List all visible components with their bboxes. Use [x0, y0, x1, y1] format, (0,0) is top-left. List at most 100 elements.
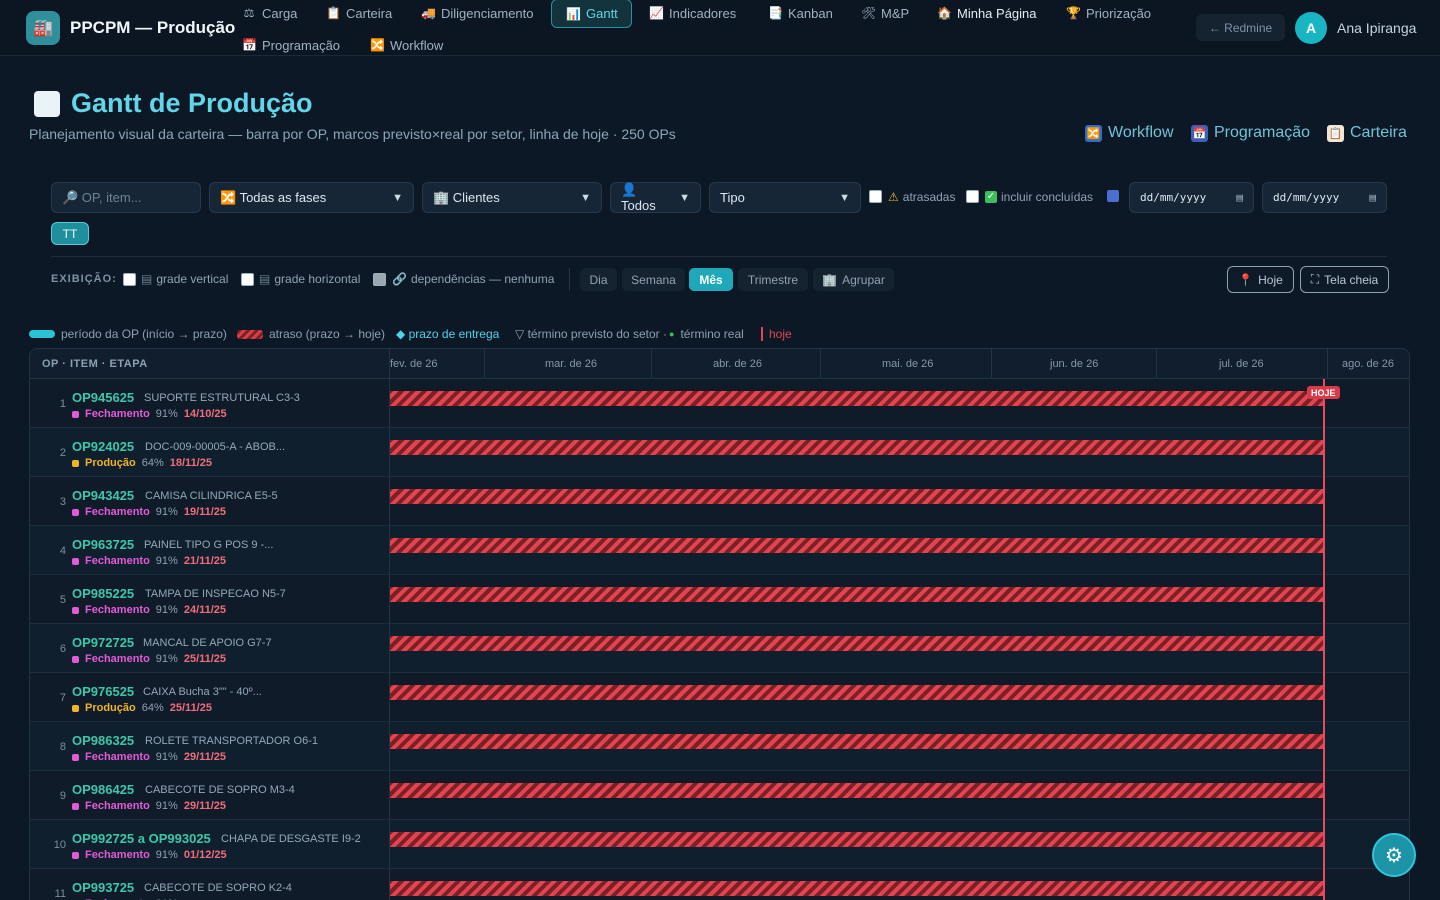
table-row[interactable]: 8 OP986325 ROLETE TRANSPORTADOR O6-1 Fecham… [30, 722, 1409, 771]
type-select[interactable]: Tipo ▼ [709, 182, 861, 213]
row-number: 4 [59, 545, 66, 557]
table-row[interactable]: 2 OP924025 DOC-009-00005-A - ABOB... Produç… [30, 428, 1409, 477]
fullscreen-button[interactable]: ⛶ Tela cheia [1300, 266, 1389, 293]
row-number: 6 [59, 643, 66, 655]
date-to-input[interactable]: dd/mm/yyyy ▤ [1262, 182, 1387, 213]
late-checkbox[interactable] [869, 190, 882, 203]
nav-gantt[interactable]: 📊 Gantt [551, 0, 632, 28]
delay-bar[interactable] [390, 587, 1323, 602]
op-number[interactable]: OP943425 [72, 488, 134, 503]
clients-select[interactable]: 🏢 Clientes ▼ [422, 182, 602, 213]
calendar-picker-icon[interactable]: ▤ [1369, 191, 1376, 204]
nav-diligenciamento[interactable]: 🚚 Diligenciamento [413, 0, 542, 26]
factory-logo-icon[interactable]: 🏭 [26, 11, 60, 45]
gantt-chart: fev. de 26 mar. de 26 abr. de 26 mai. de 26… [29, 348, 1410, 900]
warning-icon: ⚠ [888, 190, 899, 204]
op-number[interactable]: OP945625 [72, 390, 134, 405]
phase-dot-icon [72, 851, 79, 859]
nav-workflow[interactable]: 🔀 Workflow [362, 32, 451, 58]
delay-bar[interactable] [390, 881, 1323, 896]
delay-bar[interactable] [390, 734, 1323, 749]
row-status: Fechamento 91% 29/11/25 [72, 800, 226, 812]
row-status: Fechamento 91% 29/11/25 [72, 751, 226, 763]
search-input[interactable]: 🔎 OP, item... [51, 182, 201, 213]
grid-horizontal-checkbox[interactable] [241, 273, 254, 286]
row-number: 9 [59, 790, 66, 802]
op-number[interactable]: OP986325 [72, 733, 134, 748]
nav-kanban[interactable]: 📑 Kanban [760, 0, 841, 26]
progress-percent: 91% [155, 653, 178, 665]
include-done-checkbox[interactable] [966, 190, 979, 203]
delay-bar[interactable] [390, 832, 1323, 847]
table-row[interactable]: 11OP993725CABECOTE DE SOPRO K2-4Fechamen… [30, 869, 1409, 900]
op-number[interactable]: OP963725 [72, 537, 134, 552]
table-row[interactable]: 1 OP945625 SUPORTE ESTRUTURAL C3-3 Fechamen… [30, 379, 1409, 428]
op-number[interactable]: OP972725 [72, 635, 134, 650]
nav-carga[interactable]: ⚖ Carga [234, 0, 305, 26]
quick-link-programacao[interactable]: 📅 Programação [1191, 122, 1310, 144]
scale-day[interactable]: Dia [580, 268, 617, 291]
grid-vertical-checkbox[interactable] [123, 273, 136, 286]
dot-icon: ● [669, 329, 675, 339]
delay-bar[interactable] [390, 538, 1323, 553]
today-button-label: Hoje [1258, 272, 1283, 287]
phase-label: Fechamento [85, 555, 150, 567]
table-row[interactable]: 5 OP985225 TAMPA DE INSPECAO N5-7 Fechament… [30, 575, 1409, 624]
gantt-left-header: OP · ITEM · ETAPA [42, 358, 148, 370]
op-number[interactable]: OP986425 [72, 782, 134, 797]
op-number[interactable]: OP924025 [72, 439, 134, 454]
dependencies-text: dependências — nenhuma [410, 272, 555, 286]
month-label: ago. de 26 [1342, 358, 1394, 370]
tt-button[interactable]: TT [51, 222, 89, 245]
delay-bar[interactable] [390, 440, 1323, 455]
calendar-picker-icon[interactable]: ▤ [1236, 191, 1243, 204]
app-title[interactable]: PPCPM — Produção [70, 18, 235, 38]
delay-bar[interactable] [390, 636, 1323, 651]
op-number[interactable]: OP985225 [72, 586, 134, 601]
gear-icon: ⚙ [1385, 844, 1403, 867]
nav-carteira[interactable]: 📋 Carteira [318, 0, 400, 26]
phase-dot-icon [72, 704, 79, 712]
table-row[interactable]: 10 OP992725 a OP993025 CHAPA DE DESGASTE I… [30, 820, 1409, 869]
table-row[interactable]: 6 OP972725 MANCAL DE APOIO G7-7 Fechamento 9… [30, 624, 1409, 673]
scale-month[interactable]: Mês [689, 268, 733, 291]
item-description: ROLETE TRANSPORTADOR O6-1 [145, 735, 318, 747]
table-row[interactable]: 9 OP986425 CABECOTE DE SOPRO M3-4 Fechament… [30, 771, 1409, 820]
group-button[interactable]: 🏢 Agrupar [813, 268, 894, 291]
user-name[interactable]: Ana Ipiranga [1337, 20, 1416, 36]
quick-link-workflow[interactable]: 🔀 Workflow [1085, 122, 1174, 144]
nav-indicadores[interactable]: 📈 Indicadores [641, 0, 744, 26]
nav-label: Indicadores [669, 5, 737, 21]
row-number: 2 [59, 447, 66, 459]
nav-programacao[interactable]: 📅 Programação [234, 32, 348, 58]
today-swatch [761, 327, 763, 341]
today-button[interactable]: 📍 Hoje [1227, 266, 1294, 293]
item-description: CABECOTE DE SOPRO M3-4 [145, 784, 295, 796]
op-number[interactable]: OP993725 [72, 880, 134, 895]
people-select[interactable]: 👤 Todos ▼ [610, 182, 701, 213]
delay-bar[interactable] [390, 489, 1323, 504]
quick-link-carteira[interactable]: 📋 Carteira [1327, 122, 1407, 144]
table-row[interactable]: 4 OP963725 PAINEL TIPO G POS 9 -... Fechame… [30, 526, 1409, 575]
op-number[interactable]: OP976525 [72, 684, 134, 699]
nav-priorizacao[interactable]: 🏆 Priorização [1058, 0, 1159, 26]
fullscreen-button-label: Tela cheia [1324, 272, 1379, 287]
op-number[interactable]: OP992725 a OP993025 [72, 831, 211, 846]
nav-mp[interactable]: 🛠 M&P [853, 0, 917, 26]
delay-bar[interactable] [390, 685, 1323, 700]
dependencies-checkbox[interactable] [373, 273, 386, 286]
due-date: 14/10/25 [183, 408, 227, 420]
table-row[interactable]: 7 OP976525 CAIXA Bucha 3"" - 40º... Produçã… [30, 673, 1409, 722]
delay-bar[interactable] [390, 391, 1323, 406]
avatar[interactable]: A [1295, 12, 1327, 44]
scale-quarter[interactable]: Trimestre [738, 268, 808, 291]
month-label: abr. de 26 [713, 358, 762, 370]
redmine-button[interactable]: ← Redmine [1196, 14, 1285, 41]
table-row[interactable]: 3 OP943425 CAMISA CILINDRICA E5-5 Fechament… [30, 477, 1409, 526]
scale-week[interactable]: Semana [622, 268, 685, 291]
date-from-input[interactable]: dd/mm/yyyy ▤ [1129, 182, 1254, 213]
settings-fab[interactable]: ⚙ [1372, 833, 1416, 877]
nav-minha-pagina[interactable]: 🏠 Minha Página [929, 0, 1045, 26]
delay-bar[interactable] [390, 783, 1323, 798]
phase-select[interactable]: 🔀 Todas as fases ▼ [209, 182, 414, 213]
